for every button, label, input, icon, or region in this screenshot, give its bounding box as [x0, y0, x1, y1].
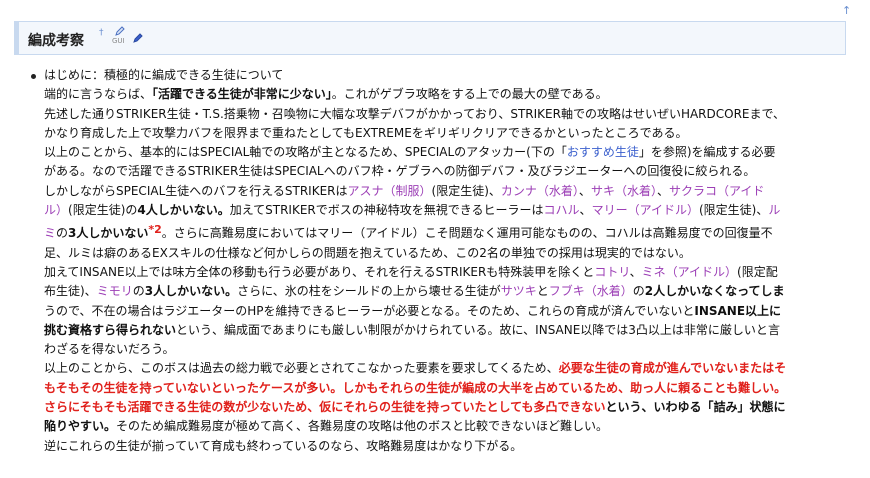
paragraph-line: さらにそもそも活躍できる生徒の数が少ないため、仮にそれらの生徒を持っていたとして… [44, 398, 852, 417]
student-link[interactable]: ミ [44, 226, 56, 240]
student-link[interactable]: カンナ（水着） [501, 184, 579, 198]
text: しかしながらSPECIAL生徒へのバフを行えるSTRIKERは [44, 183, 348, 198]
student-link[interactable]: ル） [44, 203, 68, 217]
section-heading: 編成考察 † GUI [14, 21, 846, 55]
student-link[interactable]: アスナ（制服） [348, 184, 432, 198]
warning-text: 必要な生徒の育成が進んでいないまたはそ [558, 361, 787, 376]
text: 端的に言うならば、 [44, 87, 153, 102]
paragraph-line: 以上のことから、基本的にはSPECIAL軸での攻略が主となるため、SPECIAL… [44, 143, 852, 162]
recommended-students-link[interactable]: おすすめ生徒 [567, 145, 639, 159]
text: 加えてSTRIKERでボスの神秘特攻を無視できるヒーラーは [229, 203, 544, 218]
text: の [132, 284, 145, 299]
text: 加えてINSANE以上では味方全体の移動も行う必要があり、それを行えるSTRIK… [44, 264, 595, 279]
text: さらに、氷の柱をシールドの上から壊せる生徒が [237, 284, 501, 299]
back-to-top-arrow[interactable]: ↑ [842, 4, 851, 17]
list-item: はじめに：積極的に編成できる生徒について [30, 66, 852, 85]
text: 」を参照)を編成する必要 [638, 145, 776, 160]
paragraph-line: 先述した通りSTRIKER生徒・T.S.搭乗物・召喚物に大幅な攻撃デバフがかかっ… [44, 106, 786, 121]
paragraph-line: ル）(限定生徒)の4人しかいない。加えてSTRIKERでボスの神秘特攻を無視でき… [44, 201, 852, 220]
paragraph-line: かなり育成した上で攻撃力バフを限界まで重ねたとしてもEXTREMEをギリギリクリ… [44, 125, 688, 140]
paragraph-line: 布生徒)、ミモリの3人しかいない。さらに、氷の柱をシールドの上から壊せる生徒がサ… [44, 282, 852, 301]
text: という、編成面であまりにも厳しい制限がかけられている。故に、INSANE以降では… [176, 322, 780, 337]
emphasis-text: 挑む資格すら得られない [44, 322, 177, 337]
text: 、 [656, 183, 669, 198]
text: 以上のことから、基本的にはSPECIAL軸での攻略が主となるため、SPECIAL… [44, 145, 567, 160]
student-link[interactable]: ル [768, 203, 780, 217]
paragraph-line: 以上のことから、このボスは過去の総力戦で必要とされてこなかった要素を要求してくる… [44, 359, 852, 378]
text: 以上のことから、このボスは過去の総力戦で必要とされてこなかった要素を要求してくる… [44, 361, 559, 376]
text: の [56, 226, 69, 241]
paragraph-line: 逆にこれらの生徒が揃っていて育成も終わっているのなら、攻略難易度はかなり下がる。 [44, 438, 523, 453]
text: 。さらに高難易度においてはマリー（アイドル）こそ問題なく運用可能なものの、コハル… [161, 226, 773, 241]
dagger-link[interactable]: † [99, 28, 104, 38]
paragraph-line: うので、不在の場合はラジエーターのHPを維持できるヒーラーが必要となる。そのため… [44, 302, 852, 321]
student-link[interactable]: サキ（水着） [591, 184, 657, 198]
paragraph-line: がある。なので活躍できるSTRIKER生徒はSPECIALへのバフ枠・ゲブラへの… [44, 164, 756, 179]
student-link[interactable]: マリー（アイドル） [592, 203, 699, 217]
article-body: はじめに：積極的に編成できる生徒について 端的に言うならば、「活躍できる生徒が非… [30, 66, 852, 456]
paragraph-line: しかしながらSPECIAL生徒へのバフを行えるSTRIKERはアスナ（制服）(限… [44, 182, 852, 201]
text: 、 [579, 203, 592, 218]
student-link[interactable]: サツキ [501, 284, 537, 298]
text: そのため編成難易度が極めて高く、各難易度の攻略は他のボスと比較できないほど難しい… [116, 419, 609, 434]
emphasis-text: 3人しかいない [68, 226, 149, 241]
paragraph-line: わざるを得ないだろう。 [44, 342, 175, 357]
edit-pencil-icon[interactable] [132, 32, 144, 44]
text: 布生徒)、 [44, 284, 97, 299]
student-link[interactable]: コトリ [594, 265, 629, 279]
text: (限定生徒)、 [431, 183, 501, 198]
paragraph-line: 足、ルミは癖のあるEXスキルの仕様など何かしらの問題を抱えているため、この2名の… [44, 245, 691, 260]
warning-text: さらにそもそも活躍できる生徒の数が少ないため、仮にそれらの生徒を持っていたとして… [44, 400, 606, 415]
emphasis-text: 陥りやすい。 [44, 419, 117, 434]
student-link[interactable]: フブキ（水着） [549, 284, 633, 298]
gui-edit-label[interactable]: GUI [112, 37, 125, 45]
list-item-title: はじめに：積極的に編成できる生徒について [44, 68, 284, 82]
paragraph-line: 端的に言うならば、「活躍できる生徒が非常に少ない」。これがゲブラ攻略をする上での… [44, 85, 852, 104]
emphasis-text: という、いわゆる「詰み」状態に [605, 400, 786, 415]
student-link[interactable]: サクラコ（アイド [669, 184, 764, 198]
paragraph-block: 端的に言うならば、「活躍できる生徒が非常に少ない」。これがゲブラ攻略をする上での… [30, 85, 852, 456]
text: (限定生徒)の [68, 203, 138, 218]
text: うので、不在の場合はラジエーターのHPを維持できるヒーラーが必要となる。そのため… [44, 303, 695, 318]
paragraph-line: 加えてINSANE以上では味方全体の移動も行う必要があり、それを行えるSTRIK… [44, 263, 852, 282]
paragraph-line: 挑む資格すら得られないという、編成面であまりにも厳しい制限がかけられている。故に… [44, 321, 852, 340]
section-title: 編成考察 [28, 33, 84, 49]
bullet-dot [31, 74, 36, 79]
student-link[interactable]: ミモリ [97, 284, 133, 298]
text: (限定配 [737, 264, 778, 279]
text: と [536, 284, 549, 299]
text: 、 [578, 183, 591, 198]
paragraph-line: ミの3人しかいない*2。さらに高難易度においてはマリー（アイドル）こそ問題なく運… [44, 220, 852, 243]
emphasis-text: INSANE以上に [694, 303, 782, 318]
warning-text: もそもその生徒を持っていないといったケースが多い。しかもそれらの生徒が編成の大半… [44, 380, 787, 395]
emphasis-text: 4人しかいない。 [137, 203, 230, 218]
emphasis-text: 「活躍できる生徒が非常に少ない」 [152, 87, 332, 102]
student-link[interactable]: コハル [544, 203, 580, 217]
text: (限定生徒)、 [698, 203, 769, 218]
paragraph-line: 陥りやすい。そのため編成難易度が極めて高く、各難易度の攻略は他のボスと比較できな… [44, 417, 852, 436]
edit-pencil-icon[interactable] [114, 25, 126, 37]
text: 、 [629, 264, 642, 279]
text: の [632, 284, 645, 299]
student-link[interactable]: ミネ（アイドル） [642, 265, 737, 279]
footnote-link[interactable]: *2 [148, 223, 161, 236]
emphasis-text: 3人しかいない。 [144, 284, 238, 299]
emphasis-text: 2人しかいなくなってしま [644, 284, 785, 299]
text: 。これがゲブラ攻略をする上での最大の壁である。 [331, 87, 608, 102]
